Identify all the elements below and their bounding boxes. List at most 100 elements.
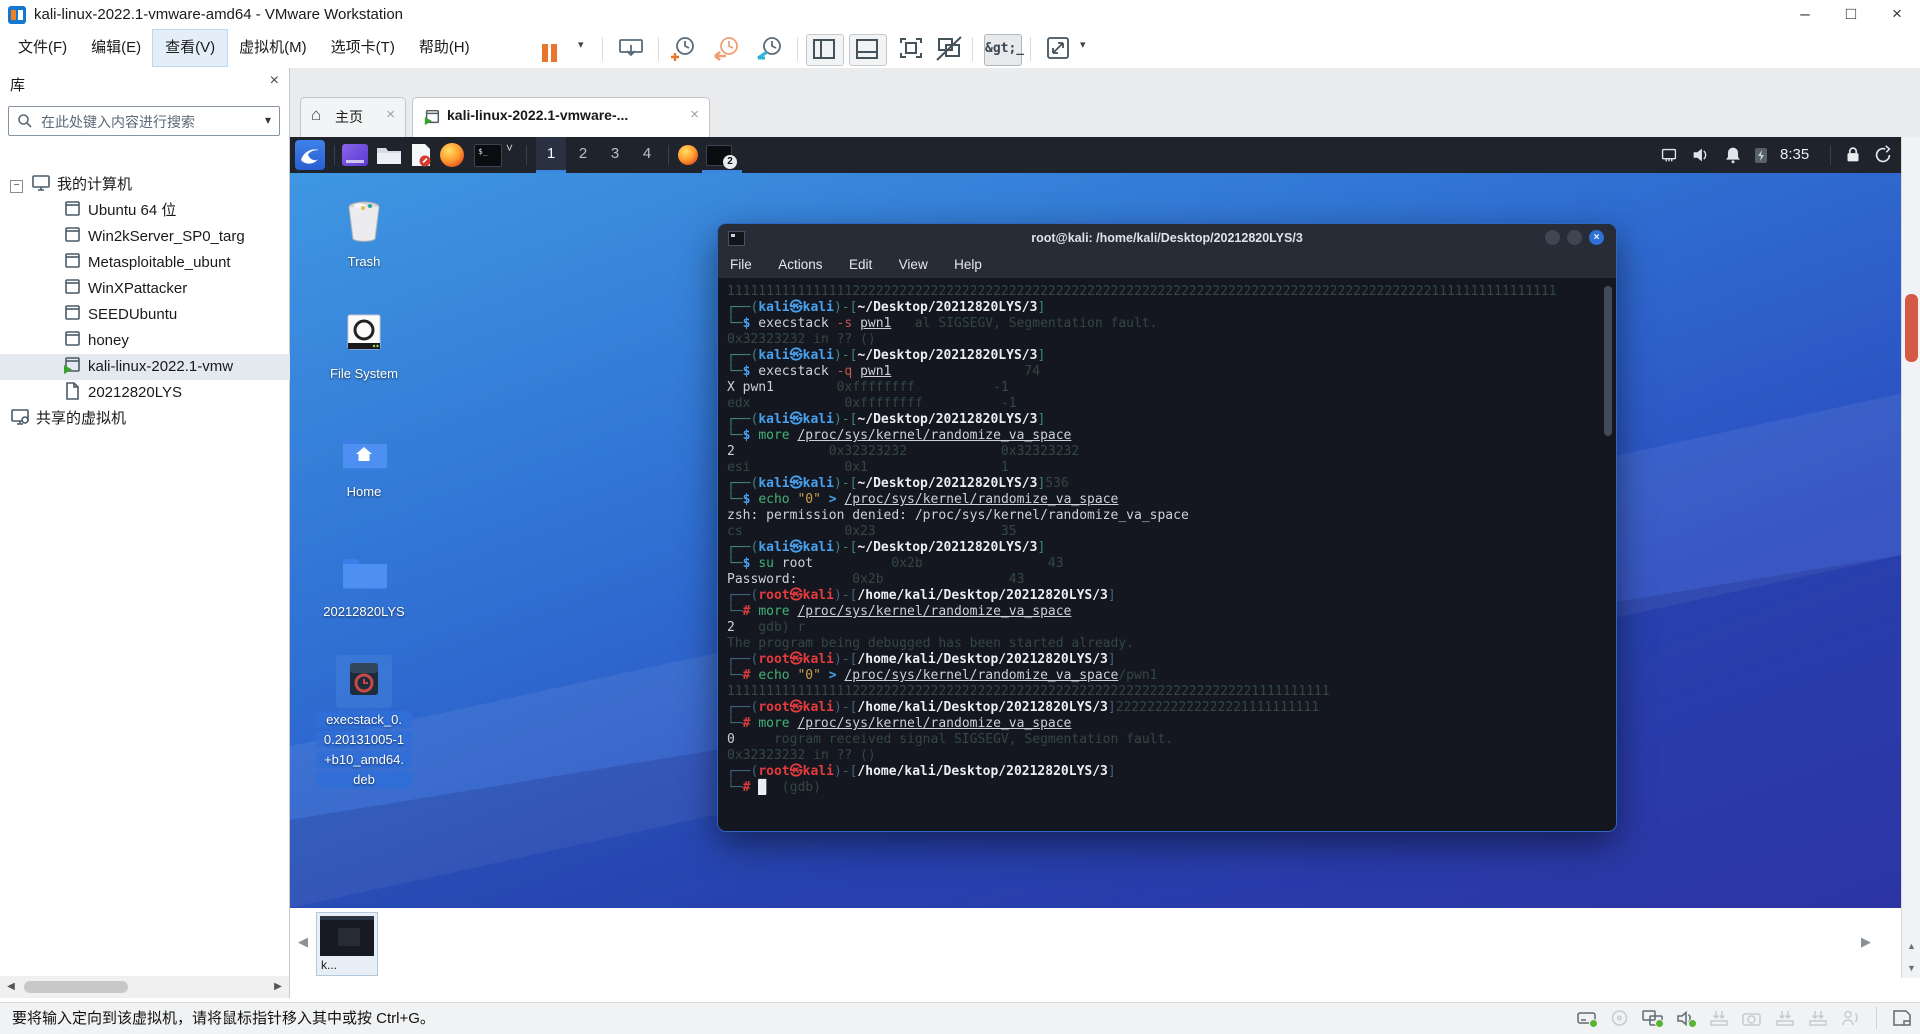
workspace-3[interactable]: 3 bbox=[600, 137, 630, 170]
terminal-window[interactable]: root@kali: /home/kali/Desktop/20212820LY… bbox=[718, 224, 1616, 831]
desktop-icon-filesystem[interactable]: File System bbox=[316, 309, 412, 382]
sound-icon[interactable] bbox=[1674, 1007, 1698, 1029]
tab-vm-close-icon[interactable]: × bbox=[690, 106, 699, 123]
maximize-button[interactable]: □ bbox=[1828, 0, 1874, 30]
close-button[interactable]: × bbox=[1874, 0, 1920, 30]
vm-vertical-scrollbar[interactable]: ▲ ▼ bbox=[1901, 137, 1920, 978]
tab-home-close-icon[interactable]: × bbox=[386, 106, 395, 123]
terminal-maximize-button[interactable] bbox=[1567, 230, 1582, 245]
desktop-icon-deb-package[interactable]: execstack_0. 0.20131005-1 +b10_amd64. de… bbox=[316, 655, 412, 788]
firefox-icon[interactable] bbox=[440, 143, 464, 167]
fullscreen-dropdown-icon[interactable]: ▾ bbox=[1080, 30, 1086, 60]
library-close-icon[interactable]: × bbox=[270, 72, 279, 90]
minimize-button[interactable]: – bbox=[1782, 0, 1828, 30]
taskbar-terminal-icon[interactable]: 2 bbox=[706, 145, 737, 169]
pause-dropdown-icon[interactable]: ▾ bbox=[578, 30, 584, 60]
tree-item-SEEDUbuntu[interactable]: SEEDUbuntu bbox=[0, 302, 290, 328]
ctrl-alt-del-button[interactable] bbox=[615, 34, 647, 64]
scroll-down-button[interactable]: ▼ bbox=[1902, 958, 1920, 978]
usb-device-2-icon[interactable] bbox=[1773, 1007, 1797, 1029]
text-editor-icon[interactable] bbox=[410, 143, 432, 172]
tree-item-Ubuntu-64-[interactable]: Ubuntu 64 位 bbox=[0, 198, 290, 224]
sidebar-scroll-right-button[interactable]: ▶ bbox=[267, 976, 289, 998]
terminal-menu-help[interactable]: Help bbox=[954, 252, 982, 277]
library-panel-toggle-button[interactable] bbox=[806, 34, 844, 66]
snapshot-manager-button[interactable] bbox=[755, 34, 787, 64]
tree-item--[interactable]: − 我的计算机 bbox=[0, 172, 290, 198]
usb-device-icon[interactable] bbox=[1707, 1007, 1731, 1029]
status-message: 要将输入定向到该虚拟机，请将鼠标指针移入其中或按 Ctrl+G。 bbox=[12, 1010, 435, 1027]
pause-button[interactable] bbox=[540, 34, 574, 64]
launcher-dropdown-icon[interactable]: ˅ bbox=[506, 141, 513, 155]
search-input[interactable] bbox=[39, 109, 253, 135]
terminal-launcher-icon[interactable]: $_ bbox=[474, 144, 502, 167]
tree-item-WinXPattacker[interactable]: WinXPattacker bbox=[0, 276, 290, 302]
terminal-scrollbar-thumb[interactable] bbox=[1604, 286, 1612, 436]
tree-item-honey[interactable]: honey bbox=[0, 328, 290, 354]
vm-console-screen[interactable]: $_ ˅ 1 2 3 4 2 8:35 Trash File System Ho… bbox=[290, 137, 1901, 908]
usb-device-3-icon[interactable] bbox=[1806, 1007, 1830, 1029]
file-manager-icon[interactable] bbox=[376, 145, 402, 170]
library-search-box[interactable]: ▾ bbox=[8, 106, 280, 136]
tab-home[interactable]: ⌂ 主页 × bbox=[300, 97, 406, 137]
workspace-1[interactable]: 1 bbox=[536, 137, 566, 170]
menu-item-2[interactable]: 查看(V) bbox=[152, 29, 229, 67]
message-log-icon[interactable] bbox=[1890, 1007, 1914, 1029]
thumbnail-bar-toggle-button[interactable] bbox=[849, 34, 887, 66]
free-stretch-button[interactable] bbox=[933, 34, 965, 64]
tab-vm-kali[interactable]: kali-linux-2022.1-vmware-... × bbox=[412, 97, 710, 137]
workspace-2[interactable]: 2 bbox=[568, 137, 598, 170]
terminal-menu-edit[interactable]: Edit bbox=[849, 252, 872, 277]
revert-snapshot-button[interactable] bbox=[712, 34, 744, 64]
device-connected-dot bbox=[1589, 1019, 1598, 1028]
desktop-icon-home[interactable]: Home bbox=[316, 431, 412, 500]
take-snapshot-button[interactable] bbox=[668, 34, 700, 64]
tree-item-Win2kServer_SP0_targ[interactable]: Win2kServer_SP0_targ bbox=[0, 224, 290, 250]
sidebar-horizontal-scrollbar[interactable]: ◀ ▶ bbox=[0, 976, 290, 998]
terminal-line-8: ┌──(kali㉿kali)-[~/Desktop/20212820LYS/3] bbox=[727, 412, 1046, 427]
terminal-menu-actions[interactable]: Actions bbox=[778, 252, 822, 277]
menu-item-1[interactable]: 编辑(E) bbox=[79, 30, 153, 66]
folder-icon bbox=[335, 551, 393, 600]
fullscreen-button[interactable] bbox=[1042, 34, 1074, 64]
thumbnail-scroll-right-icon[interactable]: ▶ bbox=[1861, 934, 1871, 950]
tree-item--[interactable]: 共享的虚拟机 bbox=[0, 406, 290, 432]
cd-rom-icon[interactable] bbox=[1608, 1007, 1632, 1029]
device-connected-dot bbox=[1688, 1019, 1697, 1028]
whisker-menu-icon[interactable] bbox=[342, 144, 368, 166]
terminal-minimize-button[interactable] bbox=[1545, 230, 1560, 245]
terminal-body[interactable]: 1111111111111111222222222222222222222222… bbox=[718, 278, 1616, 831]
scroll-up-button[interactable]: ▲ bbox=[1902, 936, 1920, 956]
menu-item-5[interactable]: 帮助(H) bbox=[407, 30, 482, 66]
kali-menu-button[interactable] bbox=[295, 140, 325, 170]
panel-clock[interactable]: 8:35 bbox=[1780, 137, 1809, 173]
voice-icon[interactable] bbox=[1839, 1007, 1863, 1029]
menu-item-3[interactable]: 虚拟机(M) bbox=[227, 30, 319, 66]
console-view-button[interactable]: &gt;_ bbox=[984, 34, 1024, 66]
network-adapter-icon[interactable] bbox=[1641, 1007, 1665, 1029]
menu-item-4[interactable]: 选项卡(T) bbox=[319, 30, 407, 66]
workspace-4[interactable]: 4 bbox=[632, 137, 662, 170]
terminal-scrollbar[interactable] bbox=[1604, 286, 1612, 823]
search-dropdown-icon[interactable]: ▾ bbox=[265, 113, 271, 127]
vm-thumbnail-item[interactable]: k... bbox=[316, 912, 378, 976]
desktop-icon-trash[interactable]: Trash bbox=[316, 197, 412, 270]
thumbnail-scroll-left-icon[interactable]: ◀ bbox=[298, 934, 308, 950]
screenshot-camera-icon[interactable] bbox=[1740, 1007, 1764, 1029]
fit-guest-button[interactable] bbox=[895, 34, 927, 64]
vm-scrollbar-thumb[interactable] bbox=[1905, 294, 1918, 362]
terminal-title-bar[interactable]: root@kali: /home/kali/Desktop/20212820LY… bbox=[718, 224, 1616, 252]
tree-item-Metasploitable_ubunt[interactable]: Metasploitable_ubunt bbox=[0, 250, 290, 276]
terminal-menu-file[interactable]: File bbox=[730, 252, 752, 277]
terminal-menu-view[interactable]: View bbox=[899, 252, 928, 277]
tree-item-kali-linux-2022-1-vmw[interactable]: kali-linux-2022.1-vmw bbox=[0, 354, 290, 380]
tree-item-20212820LYS[interactable]: 20212820LYS bbox=[0, 380, 290, 406]
sidebar-scrollbar-thumb[interactable] bbox=[24, 981, 128, 993]
desktop-icon-folder-20212820LYS[interactable]: 20212820LYS bbox=[316, 551, 412, 620]
hard-disk-icon[interactable] bbox=[1575, 1007, 1599, 1029]
taskbar-firefox-icon[interactable] bbox=[678, 145, 698, 165]
tree-expander-icon[interactable]: − bbox=[10, 180, 23, 193]
sidebar-scroll-left-button[interactable]: ◀ bbox=[0, 976, 22, 998]
menu-item-0[interactable]: 文件(F) bbox=[6, 30, 79, 66]
terminal-close-button[interactable]: × bbox=[1589, 230, 1604, 245]
